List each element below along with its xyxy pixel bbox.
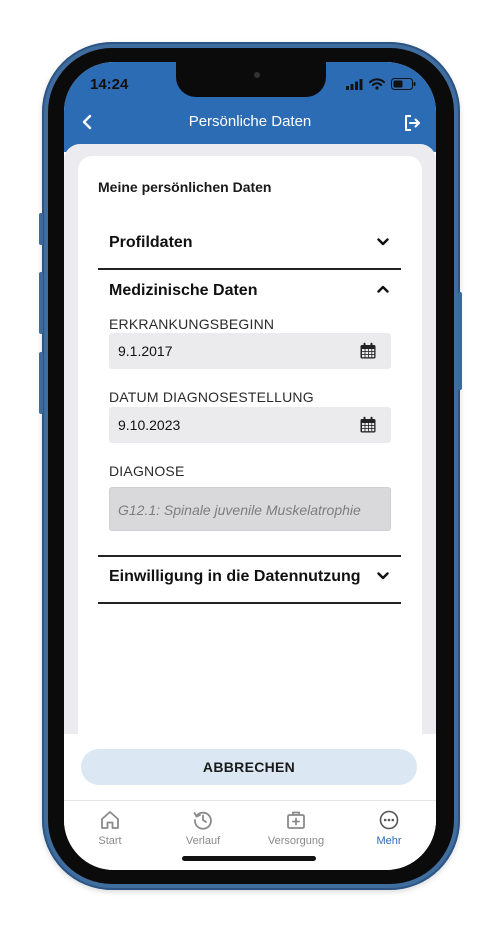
notch xyxy=(176,62,326,97)
diagnosis-date-field[interactable]: 9.10.2023 xyxy=(109,407,391,443)
onset-label: ERKRANKUNGSBEGINN xyxy=(109,316,275,332)
profile-section-header[interactable]: Profildaten xyxy=(109,234,193,252)
volume-down-button xyxy=(39,352,43,414)
tab-versorgung[interactable]: Versorgung xyxy=(256,809,336,847)
consent-section-header[interactable]: Einwilligung in die Datennutzung xyxy=(109,568,361,586)
onset-date-value: 9.1.2017 xyxy=(118,343,173,359)
diagnosis-label: DIAGNOSE xyxy=(109,463,185,479)
section-divider xyxy=(98,602,401,604)
page-title: Persönliche Daten xyxy=(188,113,312,130)
app-screen: 14:24 Persönliche Daten Meine persönlich… xyxy=(64,62,436,870)
tab-start[interactable]: Start xyxy=(70,809,150,847)
tab-label: Start xyxy=(98,835,122,847)
medical-section-header[interactable]: Medizinische Daten xyxy=(109,282,257,300)
card-title: Meine persönlichen Daten xyxy=(98,179,272,195)
diagnosis-date-label: DATUM DIAGNOSESTELLUNG xyxy=(109,389,314,405)
tab-label: Verlauf xyxy=(185,835,221,847)
volume-up-button xyxy=(39,272,43,334)
power-button xyxy=(458,292,462,390)
tab-label: Versorgung xyxy=(267,835,325,847)
wifi-icon xyxy=(369,78,385,90)
more-icon xyxy=(379,810,399,830)
tab-mehr[interactable]: Mehr xyxy=(349,809,429,847)
status-icons xyxy=(346,78,416,90)
diagnosis-date-value: 9.10.2023 xyxy=(118,417,181,433)
diagnosis-value: G12.1: Spinale juvenile Muskelatrophie xyxy=(118,502,361,518)
battery-icon xyxy=(391,78,416,90)
home-icon xyxy=(101,811,119,829)
calendar-icon[interactable] xyxy=(359,416,377,434)
mute-switch xyxy=(39,213,43,245)
chevron-down-icon[interactable] xyxy=(376,569,390,583)
medical-kit-icon xyxy=(287,811,305,829)
diagnosis-field: G12.1: Spinale juvenile Muskelatrophie xyxy=(109,487,391,531)
chevron-up-icon[interactable] xyxy=(376,282,390,296)
chevron-down-icon[interactable] xyxy=(376,235,390,249)
onset-date-field[interactable]: 9.1.2017 xyxy=(109,333,391,369)
history-icon xyxy=(193,811,212,830)
cancel-button[interactable]: ABBRECHEN xyxy=(81,749,417,785)
section-divider xyxy=(98,268,401,270)
signal-icon xyxy=(346,78,363,90)
camera-icon xyxy=(254,72,260,78)
status-time: 14:24 xyxy=(90,76,129,93)
calendar-icon[interactable] xyxy=(359,342,377,360)
tab-verlauf[interactable]: Verlauf xyxy=(163,809,243,847)
logout-icon[interactable] xyxy=(402,113,422,133)
section-divider xyxy=(98,555,401,557)
home-indicator xyxy=(182,856,316,861)
tab-label: Mehr xyxy=(376,835,402,847)
